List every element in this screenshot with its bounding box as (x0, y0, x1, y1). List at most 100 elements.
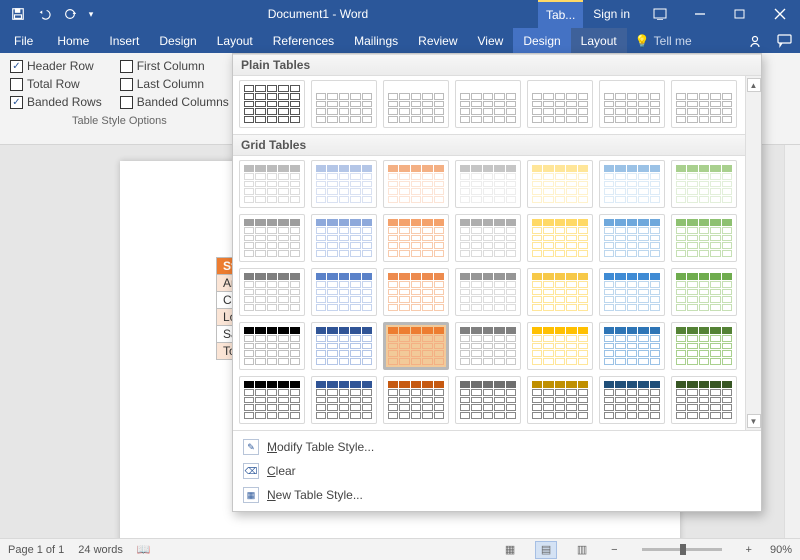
table-style-thumb[interactable] (599, 214, 665, 262)
tab-file[interactable]: File (0, 28, 47, 53)
tab-table-layout[interactable]: Layout (571, 28, 627, 53)
table-style-thumb[interactable] (455, 376, 521, 424)
comments-button[interactable] (770, 34, 800, 48)
sign-in-link[interactable]: Sign in (583, 7, 640, 21)
check-banded-rows[interactable]: ✓Banded Rows (10, 95, 102, 109)
new-icon: ▦ (243, 487, 259, 503)
redo-button[interactable] (58, 2, 82, 26)
undo-button[interactable] (32, 2, 56, 26)
vertical-scrollbar[interactable] (784, 145, 800, 538)
qat-customize-button[interactable]: ▾ (84, 2, 98, 26)
table-style-thumb[interactable] (599, 376, 665, 424)
table-style-thumb[interactable] (383, 268, 449, 316)
table-style-thumb[interactable] (311, 214, 377, 262)
ribbon-display-options-button[interactable] (640, 0, 680, 28)
table-style-thumb[interactable] (239, 160, 305, 208)
menu-new-table-style[interactable]: ▦ New Table Style... (233, 483, 761, 507)
view-print-layout-button[interactable]: ▤ (535, 541, 557, 559)
tell-me-search[interactable]: 💡Tell me (627, 28, 700, 53)
table-style-thumb[interactable] (671, 376, 737, 424)
gallery-section-grid: Grid Tables (233, 134, 745, 156)
close-button[interactable] (760, 0, 800, 28)
table-style-thumb[interactable] (671, 160, 737, 208)
table-style-thumb[interactable] (239, 376, 305, 424)
table-style-thumb[interactable] (455, 214, 521, 262)
check-label: Total Row (27, 77, 80, 91)
table-style-thumb[interactable] (311, 80, 377, 128)
tab-home[interactable]: Home (47, 28, 99, 53)
status-page[interactable]: Page 1 of 1 (8, 544, 64, 556)
tab-table-design[interactable]: Design (513, 28, 570, 53)
menu-clear[interactable]: ⌫Clear (233, 459, 761, 483)
check-label: Last Column (137, 77, 204, 91)
group-label: Table Style Options (10, 115, 229, 127)
table-style-thumb[interactable] (527, 268, 593, 316)
tab-design[interactable]: Design (149, 28, 206, 53)
check-label: Banded Columns (137, 95, 229, 109)
check-last-column[interactable]: Last Column (120, 77, 229, 91)
table-style-thumb[interactable] (239, 214, 305, 262)
table-style-thumb[interactable] (239, 80, 305, 128)
menu-modify-table-style[interactable]: ✎Modify Table Style... (233, 435, 761, 459)
tab-references[interactable]: References (263, 28, 344, 53)
table-style-thumb[interactable] (455, 80, 521, 128)
table-style-thumb[interactable] (671, 80, 737, 128)
table-style-thumb[interactable] (671, 268, 737, 316)
table-style-thumb[interactable] (311, 376, 377, 424)
scroll-down-button[interactable]: ▼ (747, 414, 761, 428)
table-style-thumb[interactable] (383, 80, 449, 128)
save-button[interactable] (6, 2, 30, 26)
table-style-thumb[interactable] (527, 160, 593, 208)
table-style-thumb[interactable] (527, 322, 593, 370)
proofing-icon[interactable]: 📖 (137, 543, 151, 556)
tab-layout[interactable]: Layout (207, 28, 263, 53)
table-style-thumb[interactable] (599, 80, 665, 128)
zoom-slider[interactable] (642, 548, 722, 551)
tab-view[interactable]: View (468, 28, 514, 53)
table-style-thumb[interactable] (239, 322, 305, 370)
table-style-thumb[interactable] (311, 160, 377, 208)
zoom-in-button[interactable]: + (742, 544, 756, 556)
table-style-thumb[interactable] (671, 322, 737, 370)
gallery-scrollbar[interactable]: ▲ ▼ (745, 76, 761, 430)
share-button[interactable] (740, 34, 770, 48)
window-title: Document1 - Word (98, 7, 538, 21)
tab-review[interactable]: Review (408, 28, 467, 53)
table-style-thumb[interactable] (383, 214, 449, 262)
tab-mailings[interactable]: Mailings (344, 28, 408, 53)
tell-me-label: Tell me (654, 34, 692, 48)
maximize-button[interactable] (720, 0, 760, 28)
table-style-thumb[interactable] (383, 322, 449, 370)
table-style-thumb[interactable] (599, 160, 665, 208)
zoom-out-button[interactable]: − (607, 544, 621, 556)
table-style-thumb[interactable] (455, 268, 521, 316)
tab-insert[interactable]: Insert (99, 28, 149, 53)
view-read-mode-button[interactable]: ▦ (499, 541, 521, 559)
table-style-thumb[interactable] (527, 80, 593, 128)
zoom-level[interactable]: 90% (770, 544, 792, 556)
check-banded-columns[interactable]: Banded Columns (120, 95, 229, 109)
table-style-thumb[interactable] (311, 322, 377, 370)
table-style-thumb[interactable] (239, 268, 305, 316)
table-style-thumb[interactable] (383, 160, 449, 208)
table-style-thumb[interactable] (311, 268, 377, 316)
status-bar: Page 1 of 1 24 words 📖 ▦ ▤ ▥ − + 90% (0, 538, 800, 560)
table-style-thumb[interactable] (455, 322, 521, 370)
check-first-column[interactable]: First Column (120, 59, 229, 73)
title-bar: ▾ Document1 - Word Tab... Sign in (0, 0, 800, 28)
table-style-thumb[interactable] (527, 214, 593, 262)
status-words[interactable]: 24 words (78, 544, 123, 556)
table-style-thumb[interactable] (527, 376, 593, 424)
check-label: Header Row (27, 59, 94, 73)
table-style-thumb[interactable] (671, 214, 737, 262)
table-style-thumb[interactable] (599, 322, 665, 370)
scroll-up-button[interactable]: ▲ (747, 78, 761, 92)
check-header-row[interactable]: ✓Header Row (10, 59, 102, 73)
table-style-thumb[interactable] (383, 376, 449, 424)
view-web-layout-button[interactable]: ▥ (571, 541, 593, 559)
minimize-button[interactable] (680, 0, 720, 28)
table-style-thumb[interactable] (455, 160, 521, 208)
menu-label: New Table Style... (267, 488, 363, 502)
check-total-row[interactable]: Total Row (10, 77, 102, 91)
table-style-thumb[interactable] (599, 268, 665, 316)
